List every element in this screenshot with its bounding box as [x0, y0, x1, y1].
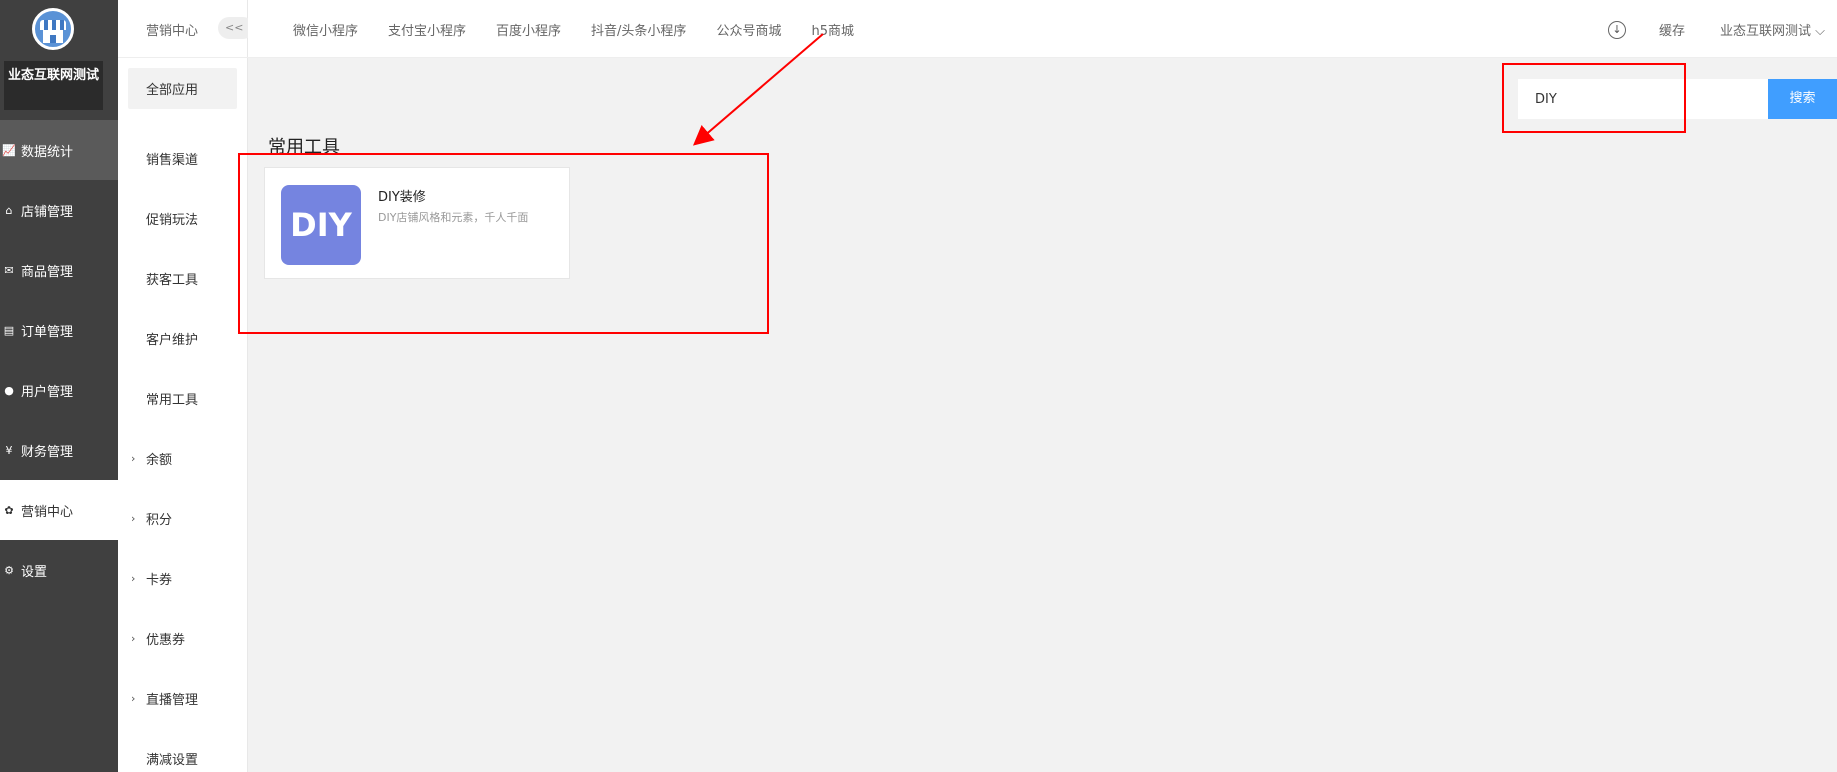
submenu-item-7[interactable]: › 积分 [118, 488, 248, 548]
chevron-right-icon: › [131, 511, 136, 525]
clipboard-icon: ▤ [3, 323, 15, 337]
box-icon: ✉ [4, 263, 14, 277]
chevron-right-icon: › [131, 691, 136, 705]
submenu-item-label: 全部应用 [146, 82, 199, 98]
chevron-right-icon: › [131, 631, 136, 645]
submenu-item-11[interactable]: 满减设置 [118, 728, 248, 772]
chevron-right-icon: › [131, 451, 136, 465]
logo-area: 业态互联网测试 [0, 0, 118, 120]
submenu-item-8[interactable]: › 卡券 [118, 548, 248, 608]
sidebar-item-label: 订单管理 [21, 324, 74, 340]
submenu-item-5[interactable]: 常用工具 [118, 368, 248, 428]
sidebar-item-4[interactable]: ● 用户管理 [0, 360, 118, 420]
sidebar-item-0[interactable]: 📈 数据统计 [0, 120, 118, 180]
side-nav: 📈 数据统计 ⌂ 店铺管理 ✉ 商品管理 ▤ 订单管理 ● 用户管理 ¥ 财务管理 ✿ 营销中心 ⚙ 设置 [0, 120, 118, 600]
search-highlight-box [1502, 63, 1686, 133]
cache-button[interactable]: 缓存 [1659, 20, 1685, 39]
submenu-item-label: 客户维护 [146, 332, 199, 348]
main-sidebar: 业态互联网测试 📈 数据统计 ⌂ 店铺管理 ✉ 商品管理 ▤ 订单管理 ● 用户管理 ¥ 财务管理 ✿ 营… [0, 0, 118, 772]
submenu-item-10[interactable]: › 直播管理 [118, 668, 248, 728]
chevron-down-icon: ⌵ [1815, 24, 1826, 39]
submenu-list: 全部应用销售渠道促销玩法获客工具客户维护常用工具 › 余额 › 积分 › 卡券 › 优惠券 › 直播… [118, 68, 248, 772]
submenu-item-0[interactable]: 全部应用 [118, 68, 248, 128]
submenu-item-9[interactable]: › 优惠券 [118, 608, 248, 668]
account-menu[interactable]: 业态互联网测试 ⌵ [1720, 20, 1825, 39]
sidebar-item-label: 店铺管理 [21, 204, 74, 220]
submenu-item-label: 常用工具 [146, 392, 199, 408]
shop-name[interactable]: 业态互联网测试 [4, 61, 103, 110]
submenu-item-label: 促销玩法 [146, 212, 199, 228]
marketing-icon: ✿ [4, 503, 14, 517]
submenu-item-label: 余额 [146, 452, 173, 468]
sidebar-item-3[interactable]: ▤ 订单管理 [0, 300, 118, 360]
card-highlight-box [238, 153, 769, 334]
sidebar-item-5[interactable]: ¥ 财务管理 [0, 420, 118, 480]
submenu: 营销中心 << 全部应用销售渠道促销玩法获客工具客户维护常用工具 › 余额 › 积分 › 卡… [118, 0, 254, 772]
gear-icon: ⚙ [4, 563, 14, 577]
submenu-item-label: 积分 [146, 512, 173, 528]
submenu-item-label: 直播管理 [146, 692, 199, 708]
user-icon: ● [4, 383, 14, 397]
submenu-item-4[interactable]: 客户维护 [118, 308, 248, 368]
sidebar-item-label: 设置 [21, 564, 48, 580]
tab-1[interactable]: 支付宝小程序 [388, 20, 466, 39]
sidebar-item-2[interactable]: ✉ 商品管理 [0, 240, 118, 300]
store-logo-icon [32, 8, 74, 50]
chevron-right-icon: › [131, 571, 136, 585]
tab-0[interactable]: 微信小程序 [293, 20, 358, 39]
sidebar-item-7[interactable]: ⚙ 设置 [0, 540, 118, 600]
submenu-header: 营销中心 << [118, 0, 254, 58]
submenu-item-label: 销售渠道 [146, 152, 199, 168]
sidebar-item-label: 数据统计 [21, 144, 74, 160]
platform-tabs: 微信小程序 支付宝小程序 百度小程序 抖音/头条小程序 公众号商城 h5商城 [293, 20, 884, 39]
submenu-item-2[interactable]: 促销玩法 [118, 188, 248, 248]
store-icon: ⌂ [5, 203, 13, 217]
download-icon[interactable]: ↓ [1608, 21, 1626, 39]
search-button[interactable]: 搜索 [1768, 79, 1837, 119]
sidebar-item-6[interactable]: ✿ 营销中心 [0, 480, 118, 540]
submenu-item-3[interactable]: 获客工具 [118, 248, 248, 308]
tab-3[interactable]: 抖音/头条小程序 [591, 20, 686, 39]
top-bar: 微信小程序 支付宝小程序 百度小程序 抖音/头条小程序 公众号商城 h5商城 ↓ 缓存 业… [248, 0, 1837, 58]
tab-5[interactable]: h5商城 [811, 20, 854, 39]
tab-4[interactable]: 公众号商城 [716, 20, 781, 39]
submenu-item-label: 优惠券 [146, 632, 186, 648]
tab-2[interactable]: 百度小程序 [496, 20, 561, 39]
submenu-item-1[interactable]: 销售渠道 [118, 128, 248, 188]
submenu-item-6[interactable]: › 余额 [118, 428, 248, 488]
sidebar-item-label: 财务管理 [21, 444, 74, 460]
submenu-item-label: 卡券 [146, 572, 173, 588]
sidebar-item-label: 营销中心 [21, 504, 74, 520]
submenu-title: 营销中心 [146, 24, 199, 39]
submenu-item-label: 满减设置 [146, 752, 199, 768]
yen-icon: ¥ [5, 443, 13, 457]
chart-icon: 📈 [2, 143, 16, 157]
submenu-item-label: 获客工具 [146, 272, 199, 288]
sidebar-item-label: 商品管理 [21, 264, 74, 280]
account-name: 业态互联网测试 [1720, 24, 1812, 39]
sidebar-item-1[interactable]: ⌂ 店铺管理 [0, 180, 118, 240]
sidebar-item-label: 用户管理 [21, 384, 74, 400]
